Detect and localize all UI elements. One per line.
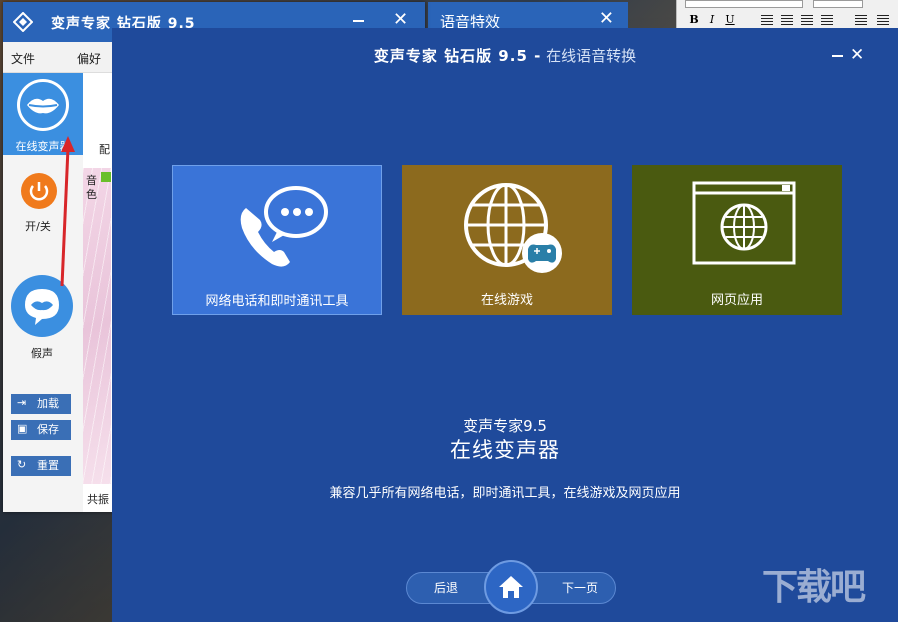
power-label: 开/关 <box>25 220 51 233</box>
save-icon: ▣ <box>17 422 28 435</box>
watermark-logo: 下载吧 <box>762 567 866 608</box>
globe-gamepad-icon <box>464 183 562 273</box>
load-icon: ⇥ <box>17 396 27 409</box>
close-icon[interactable]: ✕ <box>393 9 408 30</box>
power-icon <box>29 182 49 201</box>
home-button[interactable] <box>484 560 538 614</box>
fake-voice-label: 假声 <box>31 347 53 360</box>
tab-fragment[interactable]: 配 <box>99 141 110 157</box>
level-indicator <box>101 172 111 182</box>
tile-label: 网络电话和即时通讯工具 <box>205 294 349 309</box>
bold-icon[interactable]: B <box>687 13 701 27</box>
description: 兼容几乎所有网络电话，即时通讯工具，在线游戏及网页应用 <box>329 486 681 501</box>
close-icon[interactable]: ✕ <box>599 8 614 29</box>
power-button[interactable] <box>21 173 57 209</box>
close-icon[interactable]: ✕ <box>850 45 864 65</box>
dialog-title-main: 变声专家 钻石版 9.5 - <box>373 47 542 65</box>
sidebar: 在线变声器 开/关 假声 ⇥ 加载 ▣ 保存 ↻ 重置 <box>3 73 83 512</box>
minimize-icon[interactable] <box>832 55 843 57</box>
speech-lips-icon <box>25 289 59 325</box>
menu-file[interactable]: 文件 <box>11 50 35 67</box>
tile-online-games[interactable]: 在线游戏 <box>402 165 612 315</box>
timbre-panel[interactable]: 音 色 <box>83 168 111 484</box>
italic-icon[interactable]: I <box>705 13 719 27</box>
online-voice-conversion-dialog: 变声专家 钻石版 9.5 - 在线语音转换 ✕ 网络电话和即时通讯工具 在线游戏… <box>112 28 898 622</box>
save-button[interactable]: ▣ 保存 <box>11 420 71 440</box>
list-icon[interactable] <box>855 15 867 25</box>
tile-web-apps[interactable]: 网页应用 <box>632 165 842 315</box>
lips-icon <box>17 79 69 131</box>
browser-globe-icon <box>692 181 796 265</box>
fake-voice-button[interactable] <box>11 275 73 337</box>
sidebar-item-online-voice-changer[interactable]: 在线变声器 <box>3 73 83 155</box>
tile-voip-im[interactable]: 网络电话和即时通讯工具 <box>172 165 382 315</box>
resonance-fragment: 共振 <box>87 493 109 506</box>
menu-preferences[interactable]: 偏好 <box>77 50 101 67</box>
justify-icon[interactable] <box>821 15 833 25</box>
dialog-title-sub: 在线语音转换 <box>546 47 637 65</box>
minimize-icon[interactable] <box>353 20 364 22</box>
app-logo-icon <box>13 12 33 32</box>
tile-label: 网页应用 <box>710 293 763 308</box>
align-left-icon[interactable] <box>761 15 773 25</box>
product-name: 变声专家9.5 <box>463 417 547 435</box>
next-label: 下一页 <box>561 581 598 595</box>
indent-icon[interactable] <box>877 15 889 25</box>
phone-chat-icon <box>240 186 328 267</box>
timbre-label-2: 色 <box>86 188 97 201</box>
underline-icon[interactable]: U <box>723 13 737 27</box>
back-label: 后退 <box>433 581 458 595</box>
align-right-icon[interactable] <box>801 15 813 25</box>
load-button[interactable]: ⇥ 加载 <box>11 394 71 414</box>
tile-label: 在线游戏 <box>480 293 533 308</box>
font-size-select[interactable] <box>813 0 863 8</box>
product-title: 在线变声器 <box>450 438 560 462</box>
reset-button[interactable]: ↻ 重置 <box>11 456 71 476</box>
align-center-icon[interactable] <box>781 15 793 25</box>
sidebar-item-label: 在线变声器 <box>15 140 71 153</box>
home-icon <box>499 576 523 598</box>
dialog-title: 变声专家 钻石版 9.5 - 在线语音转换 <box>112 28 898 76</box>
reset-icon: ↻ <box>17 458 27 471</box>
font-select[interactable] <box>685 0 803 8</box>
